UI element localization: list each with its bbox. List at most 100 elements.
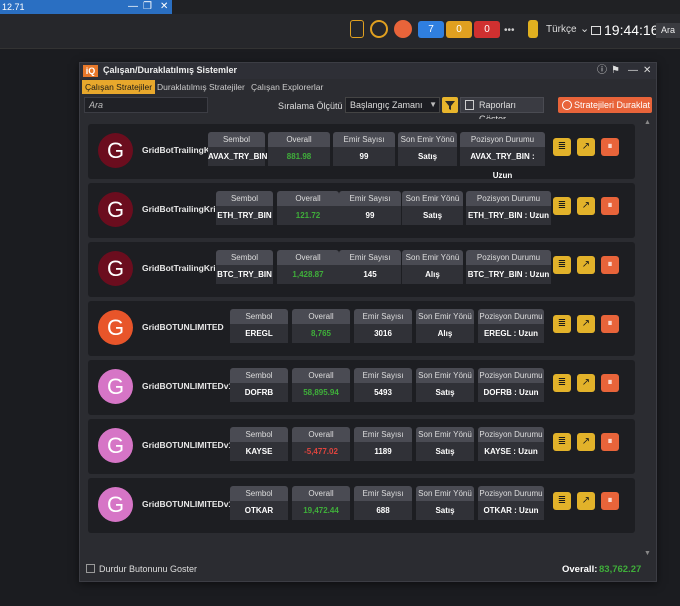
cell-value: OTKAR : Uzun [478,501,544,520]
sort-select[interactable]: Başlangıç Zamanı ▼ [345,97,440,113]
column-header: Emir Sayısı [354,427,412,442]
symbol-cell: Sembol EREGL [230,309,288,343]
report-button[interactable]: ≣ [553,433,571,451]
scroll-up-icon[interactable]: ▲ [644,119,651,126]
light-icon[interactable] [528,20,538,38]
strategy-card[interactable]: G GridBOTUNLIMITEDv1... Sembol KAYSE Overall… [88,419,635,474]
close-icon[interactable]: ✕ [160,0,168,13]
pause-button[interactable]: ⏸ [601,197,619,215]
pause-button[interactable]: ⏸ [601,374,619,392]
tab-running-strategies[interactable]: Çalışan Stratejiler [82,80,156,94]
report-button[interactable]: ≣ [553,197,571,215]
report-button[interactable]: ≣ [553,315,571,333]
cell-value: 8,765 [292,324,350,343]
column-header: Emir Sayısı [354,309,412,324]
last-direction-cell: Son Emir Yönü Satış [416,368,474,402]
phone-m-icon[interactable] [350,20,364,38]
column-header: Overall [268,132,330,147]
list-scrollbar[interactable]: ▲ ▼ [643,119,653,557]
tab-paused-strategies[interactable]: Duraklatılmış Stratejiler [154,80,248,94]
strategy-search-input[interactable]: Ara [84,97,208,113]
strategy-card[interactable]: G GridBotTrailingKri... Sembol BTC_TRY_BIN O… [88,242,635,297]
cell-value: KAYSE : Uzun [478,442,544,461]
report-button[interactable]: ≣ [553,374,571,392]
pause-button[interactable]: ⏸ [601,256,619,274]
count-badge-yellow[interactable]: 0 [446,21,472,38]
report-icon: ≣ [557,259,567,270]
pause-strategies-button[interactable]: Stratejileri Duraklat [558,97,652,113]
column-header: Son Emir Yönü [398,132,457,147]
count-badge-blue[interactable]: 7 [418,21,444,38]
cell-value: 99 [333,147,395,166]
chart-button[interactable]: ↗ [577,374,595,392]
count-badge-red[interactable]: 0 [474,21,500,38]
show-reports-button[interactable]: Raporları Göster [460,97,544,124]
strategy-card[interactable]: G GridBotTrailingK... Sembol AVAX_TRY_BIN Ov… [88,124,635,180]
orders-cell: Emir Sayısı 688 [354,486,412,520]
clock-m-icon[interactable] [370,20,388,38]
show-stop-button-label: Durdur Butonunu Goster [99,564,198,574]
column-header: Son Emir Yönü [416,427,474,442]
global-search-button[interactable]: Ara [656,23,680,38]
chart-button[interactable]: ↗ [577,197,595,215]
strategy-card[interactable]: G GridBOTUNLIMITEDv1... Sembol DOFRB Overall… [88,360,635,415]
symbol-cell: Sembol BTC_TRY_BIN [216,250,273,284]
strategy-name: GridBOTUNLIMITEDv1... [142,440,241,450]
os-window-title: 12.71 [2,2,25,12]
pause-button[interactable]: ⏸ [601,433,619,451]
strategy-avatar: G [98,369,133,404]
tab-running-explorers[interactable]: Çalışan Explorerlar [248,80,326,94]
chart-button[interactable]: ↗ [577,315,595,333]
minimize-icon[interactable]: — [128,0,138,13]
info-icon[interactable]: ⓘ [597,64,607,77]
strategy-card[interactable]: G GridBOTUNLIMITEDv1... Sembol OTKAR Overall… [88,478,635,533]
cell-value: Alış [416,324,474,343]
orders-cell: Emir Sayısı 1189 [354,427,412,461]
position-cell: Pozisyon Durumu ETH_TRY_BIN : Uzun [466,191,551,225]
pause-button[interactable]: ⏸ [601,492,619,510]
strategy-card[interactable]: G GridBotTrailingKri... Sembol ETH_TRY_BIN O… [88,183,635,238]
chart-button[interactable]: ↗ [577,138,595,156]
cell-value: Satış [416,383,474,402]
chart-button[interactable]: ↗ [577,433,595,451]
cell-value: 121.72 [277,206,339,225]
language-selector[interactable]: Türkçe [546,24,577,35]
chart-button[interactable]: ↗ [577,492,595,510]
overall-cell: Overall 8,765 [292,309,350,343]
symbol-cell: Sembol KAYSE [230,427,288,461]
pause-icon: ⏸ [607,377,613,388]
report-icon: ≣ [557,436,567,447]
show-stop-button-checkbox[interactable] [86,564,95,573]
platform-toolbar: 7 0 0 ••• Türkçe ⌄ 19:44:16 Ara [0,14,680,49]
strategy-avatar: G [98,310,133,345]
position-cell: Pozisyon Durumu KAYSE : Uzun [478,427,544,461]
pause-button[interactable]: ⏸ [601,315,619,333]
report-button[interactable]: ≣ [553,492,571,510]
report-button[interactable]: ≣ [553,256,571,274]
cell-value: ETH_TRY_BIN [216,206,273,225]
scroll-down-icon[interactable]: ▼ [644,550,651,557]
restore-icon[interactable]: ❐ [143,0,152,13]
close-window-icon[interactable]: ✕ [643,64,651,77]
cell-value: Alış [402,265,463,284]
pin-icon[interactable]: ⚑ [611,64,620,77]
symbol-cell: Sembol AVAX_TRY_BIN [208,132,267,166]
cell-value: EREGL [230,324,288,343]
filter-button[interactable] [442,97,458,113]
strategy-avatar: G [98,428,133,463]
chart-button[interactable]: ↗ [577,256,595,274]
column-header: Son Emir Yönü [402,250,463,265]
strategies-window: iQ Çalışan/Duraklatılmış Sistemler ⓘ ⚑ —… [79,62,657,582]
pause-button[interactable]: ⏸ [601,138,619,156]
microphone-icon[interactable] [394,20,412,38]
chart-icon: ↗ [581,377,591,388]
more-menu-icon[interactable]: ••• [504,25,515,36]
chart-icon: ↗ [581,259,591,270]
screen-icon[interactable] [591,26,601,35]
cell-value: AVAX_TRY_BIN [208,147,267,166]
strategy-card[interactable]: G GridBOTUNLIMITED Sembol EREGL Overall 8,765… [88,301,635,356]
cell-value: DOFRB [230,383,288,402]
chevron-down-icon[interactable]: ⌄ [580,22,589,35]
report-button[interactable]: ≣ [553,138,571,156]
minimize-window-icon[interactable]: — [628,64,638,77]
